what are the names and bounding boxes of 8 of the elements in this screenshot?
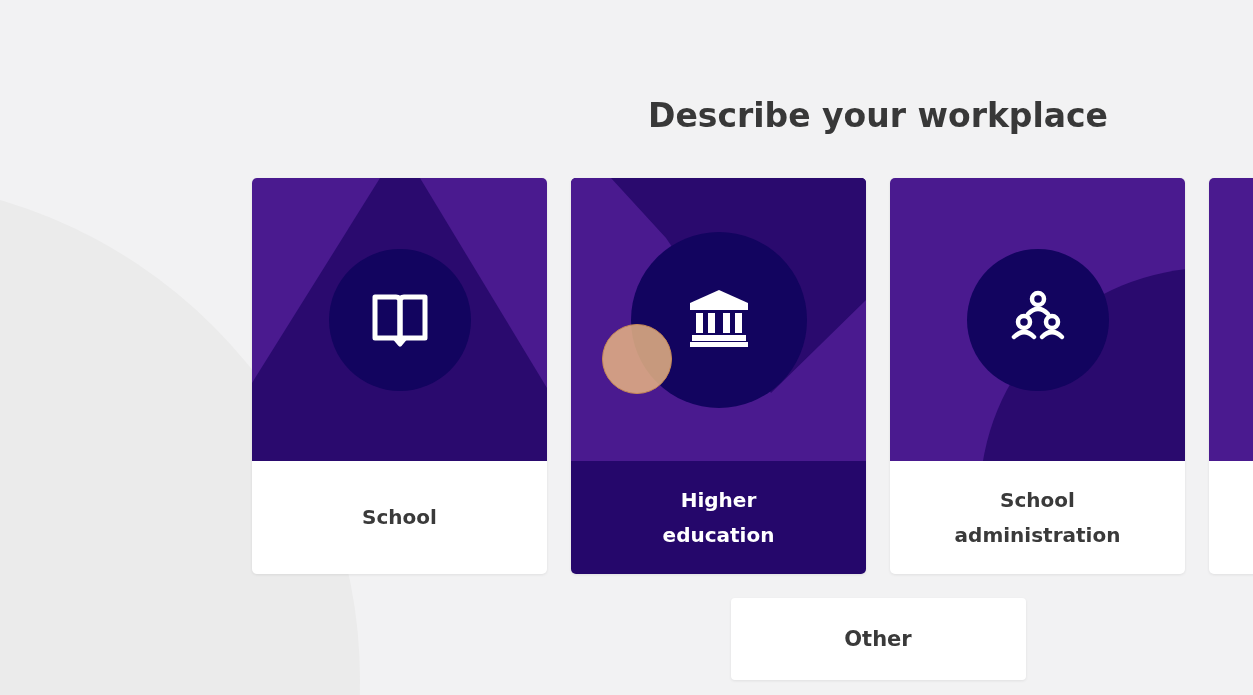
book-icon [372, 294, 428, 347]
building-icon [690, 290, 748, 347]
other-button[interactable]: Other [730, 598, 1026, 680]
workplace-card[interactable]: School administration [890, 178, 1185, 574]
people-icon [1011, 290, 1065, 340]
page-heading: Describe your workplace [648, 96, 1108, 136]
workplace-card[interactable]: School [252, 178, 547, 574]
workplace-card[interactable]: Higher education [571, 178, 866, 574]
